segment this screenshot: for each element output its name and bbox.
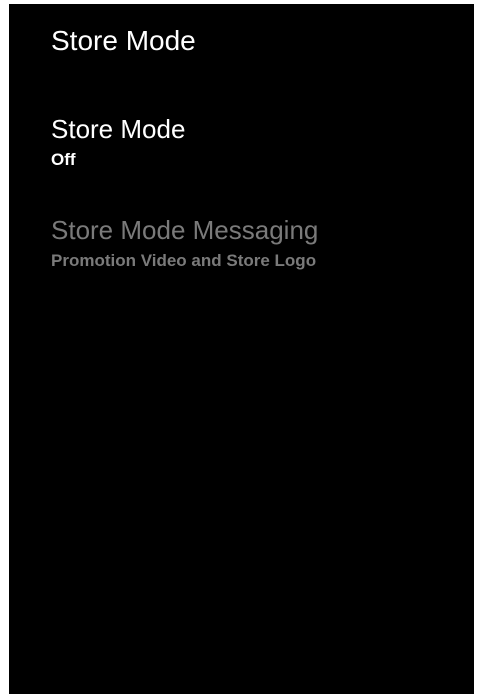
menu-item-store-mode[interactable]: Store Mode Off <box>51 115 185 170</box>
menu-item-store-mode-messaging[interactable]: Store Mode Messaging Promotion Video and… <box>51 216 318 271</box>
menu-item-title: Store Mode <box>51 114 186 144</box>
menu-item-value: Promotion Video and Store Logo <box>51 250 317 270</box>
settings-panel: Store Mode Store Mode Off Store Mode Mes… <box>9 4 474 694</box>
menu-item-value: Off <box>51 149 76 169</box>
menu-item-title: Store Mode Messaging <box>51 215 319 245</box>
page-title: Store Mode <box>51 25 196 56</box>
